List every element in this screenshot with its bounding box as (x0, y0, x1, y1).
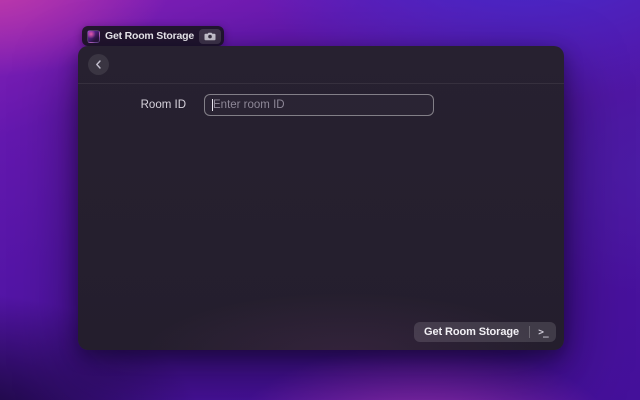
back-button[interactable] (88, 54, 109, 75)
command-tab-title: Get Room Storage (105, 30, 194, 42)
desktop-wallpaper: Get Room Storage Room ID (0, 0, 640, 400)
extension-app-icon (87, 30, 100, 43)
terminal-prompt-icon: >_ (530, 327, 556, 338)
window-footer: Get Room Storage >_ (78, 318, 564, 350)
submit-button-label: Get Room Storage (414, 326, 529, 338)
camera-button[interactable] (199, 29, 221, 44)
form-body: Room ID (78, 94, 564, 116)
command-tab[interactable]: Get Room Storage (82, 26, 224, 46)
room-id-label: Room ID (78, 99, 186, 111)
text-caret (212, 99, 213, 111)
room-id-input-wrap (204, 94, 434, 116)
chevron-left-icon (95, 60, 102, 69)
extension-window: Room ID Get Room Storage >_ (78, 46, 564, 350)
room-id-form-row: Room ID (78, 94, 564, 116)
get-room-storage-button[interactable]: Get Room Storage >_ (414, 322, 556, 342)
window-header (78, 46, 564, 84)
camera-icon (204, 32, 216, 41)
room-id-input[interactable] (204, 94, 434, 116)
